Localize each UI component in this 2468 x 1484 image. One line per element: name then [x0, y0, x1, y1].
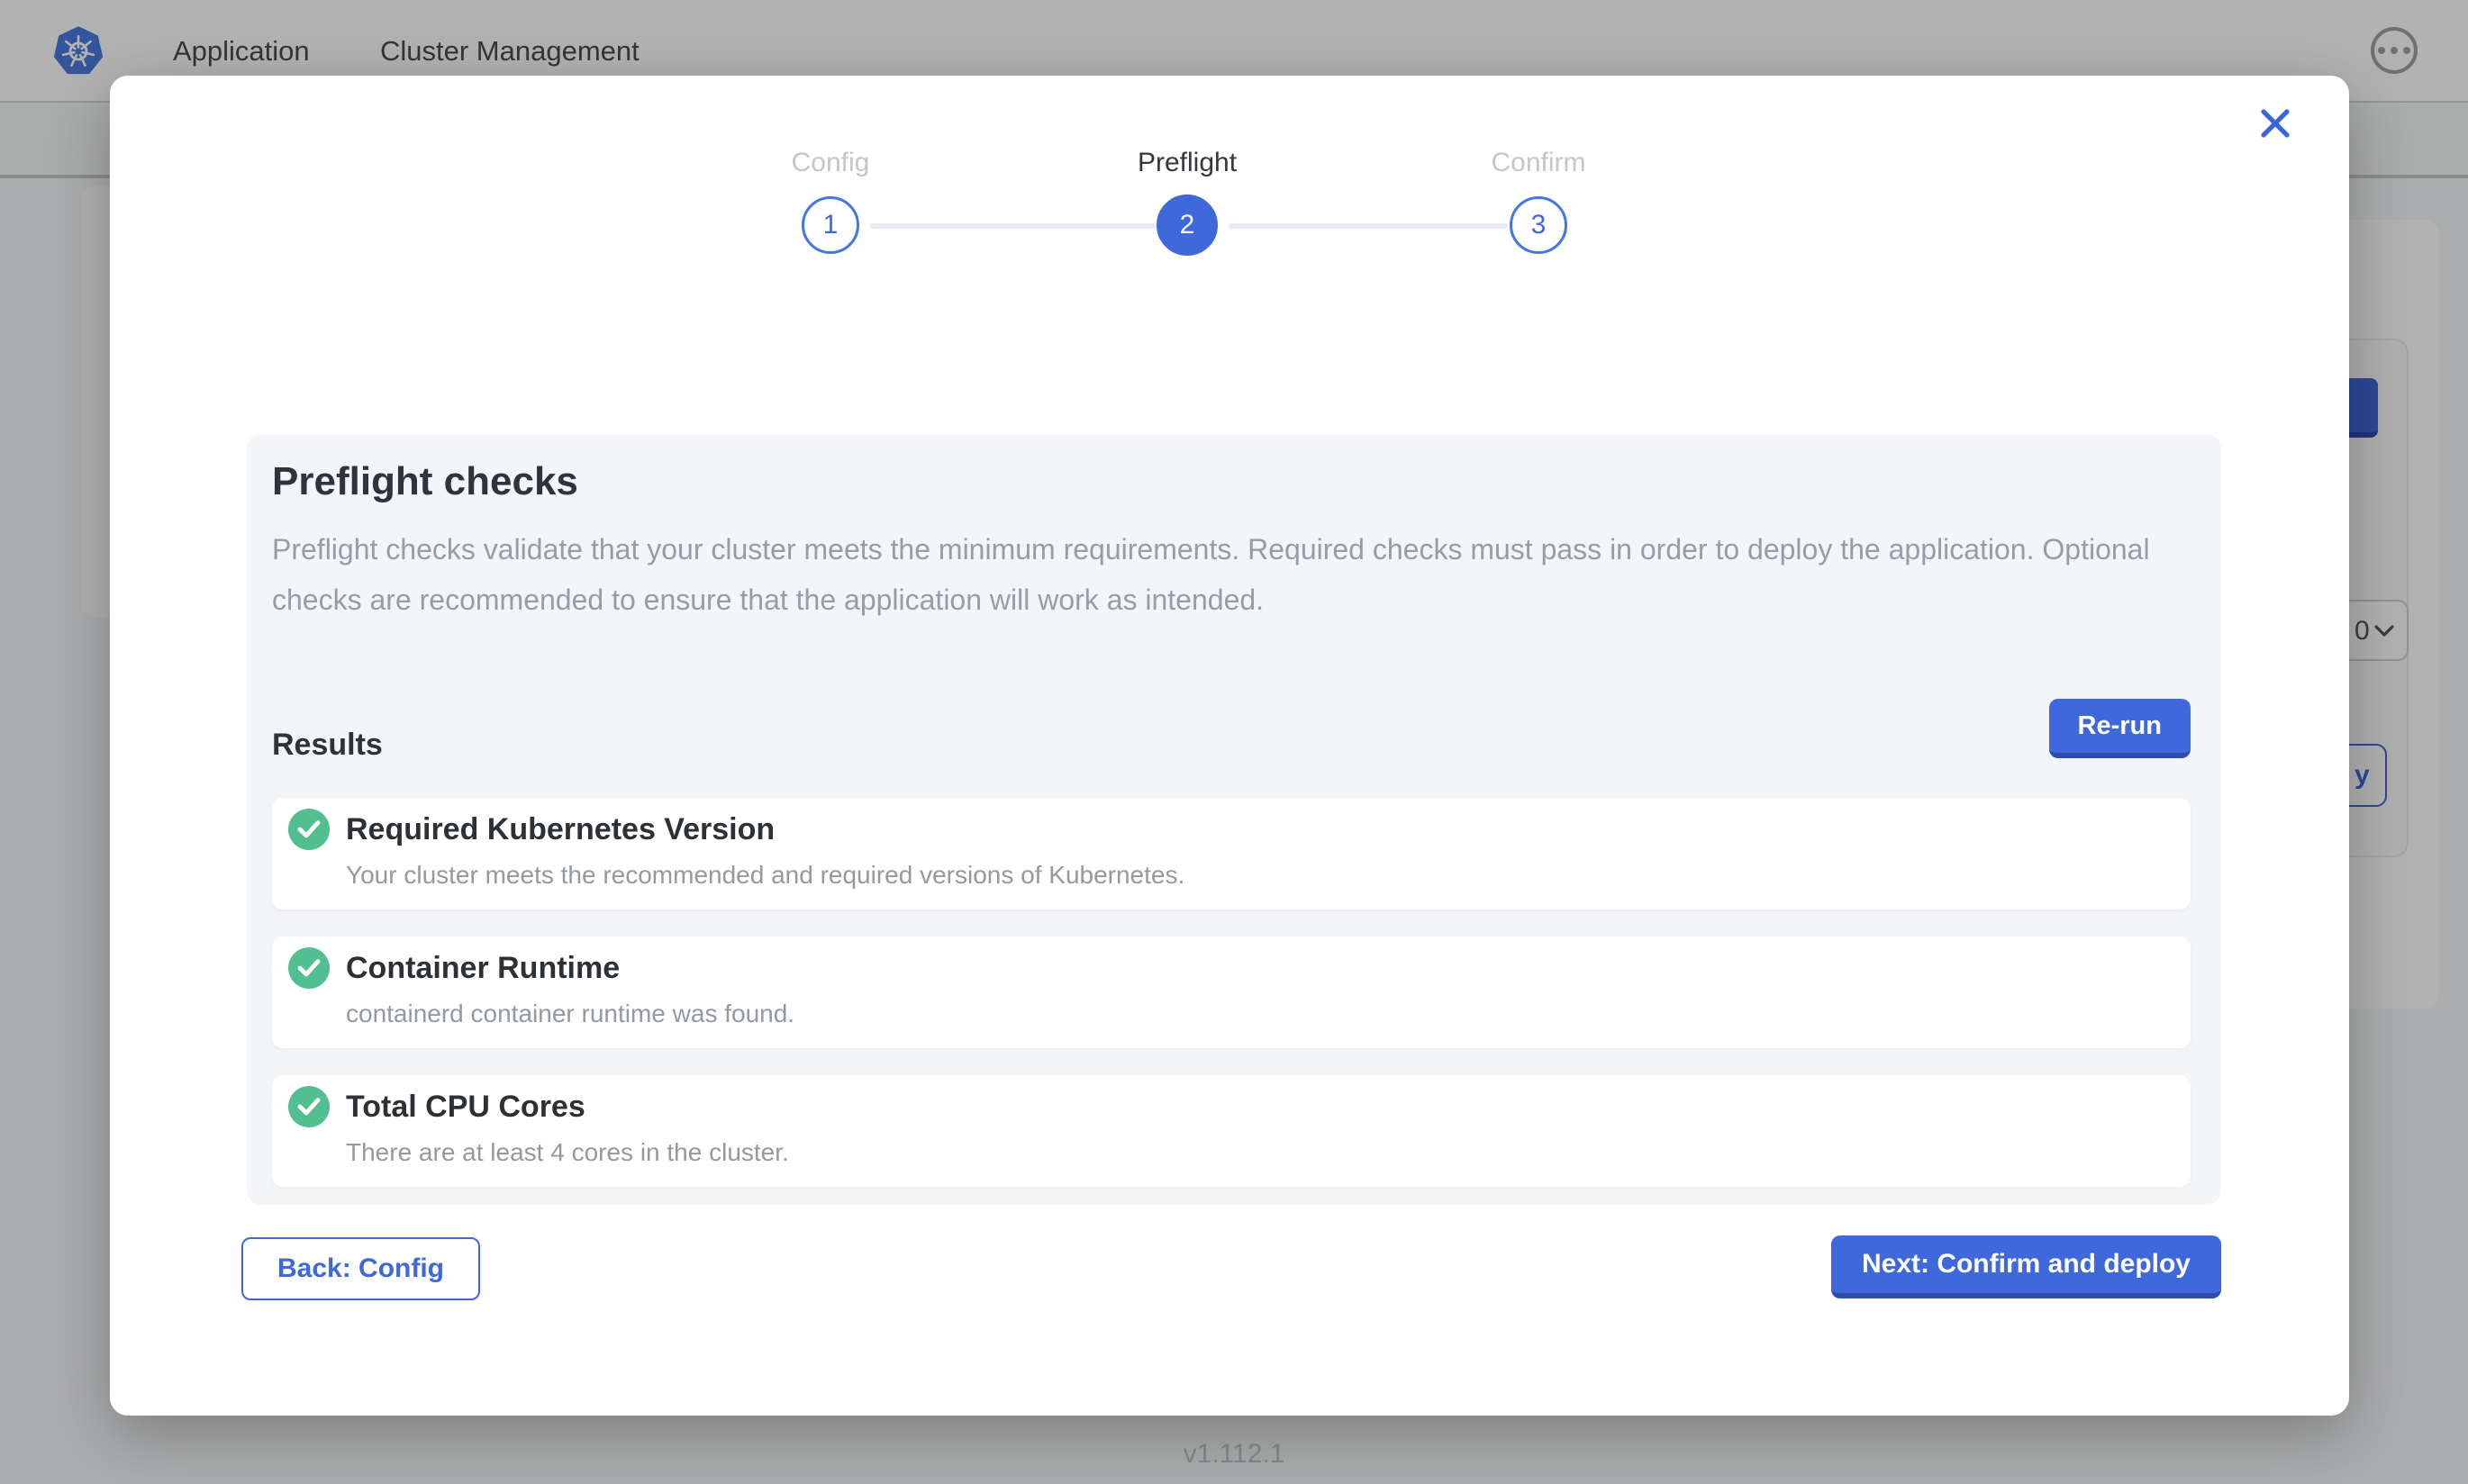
check-title: Container Runtime: [346, 951, 620, 986]
check-success-icon: [288, 809, 330, 850]
close-icon[interactable]: [2257, 108, 2293, 144]
results-heading: Results: [272, 728, 383, 763]
step-connector-1: [870, 223, 1157, 229]
check-results-list: Required Kubernetes Version Your cluster…: [272, 798, 2191, 1214]
panel-title: Preflight checks: [272, 459, 578, 504]
check-title: Required Kubernetes Version: [346, 812, 775, 847]
check-title: Total CPU Cores: [346, 1090, 585, 1125]
check-description: containerd container runtime was found.: [346, 1000, 794, 1028]
step-circle-3[interactable]: 3: [1510, 196, 1567, 254]
rerun-button[interactable]: Re-run: [2049, 699, 2191, 758]
panel-description: Preflight checks validate that your clus…: [272, 524, 2185, 625]
check-success-icon: [288, 947, 330, 989]
step-circle-1[interactable]: 1: [802, 196, 859, 254]
check-card-total-cpu-cores: Total CPU Cores There are at least 4 cor…: [272, 1075, 2191, 1187]
preflight-modal: Config Preflight Confirm 1 2 3 Preflight…: [110, 76, 2349, 1416]
step-label-config: Config: [668, 148, 993, 178]
check-card-kubernetes-version: Required Kubernetes Version Your cluster…: [272, 798, 2191, 909]
step-label-preflight: Preflight: [1025, 148, 1349, 178]
check-description: There are at least 4 cores in the cluste…: [346, 1138, 789, 1167]
step-label-confirm: Confirm: [1376, 148, 1701, 178]
back-config-button[interactable]: Back: Config: [241, 1237, 480, 1300]
check-card-container-runtime: Container Runtime containerd container r…: [272, 937, 2191, 1048]
check-description: Your cluster meets the recommended and r…: [346, 861, 1184, 890]
check-success-icon: [288, 1086, 330, 1127]
app-root: Application Cluster Management 0 y v1.11…: [0, 0, 2468, 1484]
step-connector-2: [1229, 223, 1508, 229]
next-confirm-deploy-button[interactable]: Next: Confirm and deploy: [1831, 1235, 2221, 1298]
preflight-panel: Preflight checks Preflight checks valida…: [247, 434, 2221, 1205]
step-circle-2[interactable]: 2: [1157, 195, 1218, 256]
